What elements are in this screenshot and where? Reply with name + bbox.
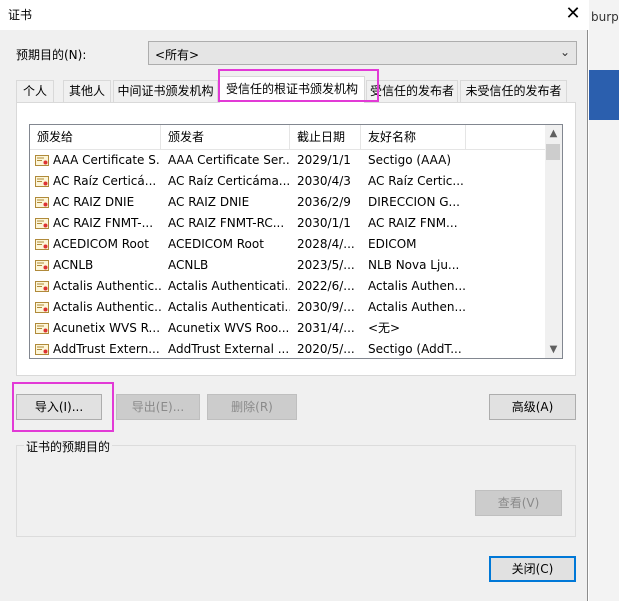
table-cell: Actalis Authenticati... — [168, 300, 290, 314]
table-cell: Actalis Authen... — [368, 300, 466, 314]
table-row[interactable]: ACEDICOM Root ACEDICOM Root 2028/4/... EDIC… — [30, 234, 546, 255]
table-cell: ACNLB — [53, 258, 94, 272]
table-row[interactable]: Actalis Authentic... Actalis Authenticati… — [30, 297, 546, 318]
table-cell: AC Raíz Certicá... — [53, 174, 157, 188]
table-cell: AddTrust Extern... — [53, 342, 160, 356]
close-button[interactable]: 关闭(C) — [489, 556, 576, 582]
tab-other-people[interactable]: 其他人 — [63, 80, 111, 102]
table-cell: 2028/4/... — [297, 237, 355, 251]
tab-untrusted-publishers[interactable]: 未受信任的发布者 — [460, 80, 567, 102]
table-cell: AC RAIZ FNM... — [368, 216, 458, 230]
table-cell: 2031/4/... — [297, 321, 355, 335]
table-cell: Acunetix WVS Roo... — [168, 321, 290, 335]
table-cell: DIRECCION G... — [368, 195, 460, 209]
table-cell: <无> — [368, 321, 401, 335]
table-row[interactable]: Acunetix WVS R... Acunetix WVS Roo... 2031… — [30, 318, 546, 339]
table-cell: AC RAIZ DNIE — [53, 195, 135, 209]
table-row[interactable]: AAA Certificate S... AAA Certificate Ser.… — [30, 150, 546, 171]
table-cell: EDICOM — [368, 237, 417, 251]
table-cell: Acunetix WVS R... — [53, 321, 161, 335]
list-header: 颁发给 颁发者 截止日期 友好名称 — [30, 125, 546, 150]
table-cell: 2022/6/... — [297, 279, 355, 293]
advanced-button[interactable]: 高级(A) — [489, 394, 576, 420]
table-cell: NLB Nova Lju... — [368, 258, 460, 272]
title-bar: 证书 ✕ — [0, 0, 588, 30]
scroll-down-icon[interactable]: ▼ — [545, 341, 562, 358]
table-row[interactable]: ACNLB ACNLB 2023/5/... NLB Nova Lju... — [30, 255, 546, 276]
export-button[interactable]: 导出(E)... — [116, 394, 200, 420]
background-window: burp — [589, 0, 619, 601]
tab-trusted-publishers[interactable]: 受信任的发布者 — [366, 80, 458, 102]
column-expiration-date[interactable]: 截止日期 — [290, 125, 361, 149]
window-title: 证书 — [8, 8, 33, 22]
table-row[interactable]: AC RAIZ DNIE AC RAIZ DNIE 2036/2/9 DIRECCIO… — [30, 192, 546, 213]
intended-purpose-value: <所有> — [155, 48, 200, 62]
table-row[interactable]: Actalis Authentic... Actalis Authenticati… — [30, 276, 546, 297]
table-cell: 2029/1/1 — [297, 153, 351, 167]
import-button[interactable]: 导入(I)... — [16, 394, 102, 420]
table-cell: 2023/5/... — [297, 258, 355, 272]
table-cell: Actalis Authentic... — [53, 279, 161, 293]
intended-purpose-dropdown[interactable]: <所有> ⌄ — [148, 41, 577, 65]
table-cell: 2030/1/1 — [297, 216, 351, 230]
table-cell: ACEDICOM Root — [53, 237, 149, 251]
table-row[interactable]: AC Raíz Certicá... AC Raíz Certicáma... 20… — [30, 171, 546, 192]
tab-personal[interactable]: 个人 — [16, 80, 54, 102]
column-friendly-name[interactable]: 友好名称 — [361, 125, 466, 149]
certificate-list[interactable]: 颁发给 颁发者 截止日期 友好名称 AAA Certificate S... AA… — [29, 124, 563, 359]
table-cell: AC RAIZ FNMT-... — [53, 216, 154, 230]
table-cell: Actalis Authen... — [368, 279, 466, 293]
table-cell: 2030/4/3 — [297, 174, 351, 188]
remove-button[interactable]: 删除(R) — [207, 394, 297, 420]
table-cell: AddTrust External ... — [168, 342, 290, 356]
table-cell: AAA Certificate S... — [53, 153, 161, 167]
table-cell: AC RAIZ FNMT-RC... — [168, 216, 285, 230]
background-tab-text: burp — [591, 10, 619, 24]
table-cell: AAA Certificate Ser... — [168, 153, 290, 167]
certificates-dialog: 证书 ✕ 预期目的(N): <所有> ⌄ 个人 其他人 中间证书颁发机构 受信任… — [0, 0, 588, 601]
table-cell: Actalis Authenticati... — [168, 279, 290, 293]
scrollbar-thumb[interactable] — [546, 144, 560, 160]
table-cell: 2030/9/... — [297, 300, 355, 314]
intended-purpose-label: 预期目的(N): — [16, 48, 87, 62]
chevron-down-icon: ⌄ — [559, 45, 570, 59]
table-cell: ACEDICOM Root — [168, 237, 264, 251]
table-cell: 2020/5/... — [297, 342, 355, 356]
tab-intermediate-ca[interactable]: 中间证书颁发机构 — [113, 80, 218, 102]
scroll-up-icon[interactable]: ▲ — [545, 125, 562, 142]
table-cell: 2036/2/9 — [297, 195, 351, 209]
background-accent-strip — [589, 70, 619, 120]
table-cell: Actalis Authentic... — [53, 300, 161, 314]
table-cell: Sectigo (AddT... — [368, 342, 462, 356]
table-cell: ACNLB — [168, 258, 209, 272]
table-cell: AC Raíz Certic... — [368, 174, 464, 188]
column-issued-to[interactable]: 颁发给 — [30, 125, 161, 149]
vertical-scrollbar[interactable]: ▲ ▼ — [545, 125, 562, 358]
table-cell: AC RAIZ DNIE — [168, 195, 250, 209]
column-issued-by[interactable]: 颁发者 — [161, 125, 290, 149]
table-row[interactable]: AC RAIZ FNMT-... AC RAIZ FNMT-RC... 2030/1… — [30, 213, 546, 234]
close-icon[interactable]: ✕ — [560, 2, 586, 26]
certificate-purposes-label: 证书的预期目的 — [24, 438, 113, 455]
table-cell: Sectigo (AAA) — [368, 153, 452, 167]
table-cell: AC Raíz Certicáma... — [168, 174, 290, 188]
view-button[interactable]: 查看(V) — [475, 490, 562, 516]
tab-trusted-root-ca[interactable]: 受信任的根证书颁发机构 — [219, 76, 365, 103]
table-row[interactable]: AddTrust Extern... AddTrust External ... 2… — [30, 339, 546, 358]
